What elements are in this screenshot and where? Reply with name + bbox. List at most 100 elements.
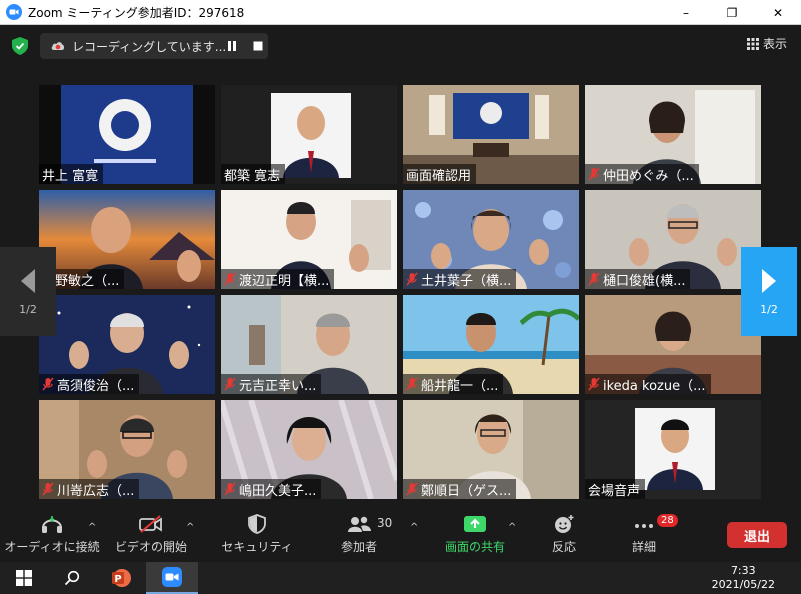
participant-tile[interactable]: 狩野敏之（... <box>39 190 215 289</box>
participant-tile[interactable]: 川嵜広志（... <box>39 400 215 499</box>
participant-name-bar: 会場音声 <box>585 479 646 499</box>
muted-mic-icon <box>42 482 54 496</box>
windows-taskbar: P 7:33 2021/05/22 <box>0 562 801 594</box>
participant-name: 川嵜広志（... <box>57 483 135 499</box>
participants-label: 参加者 <box>340 540 377 554</box>
taskbar-zoom[interactable] <box>146 562 198 594</box>
participant-name: 嶋田久美子... <box>239 483 317 499</box>
windows-logo-icon <box>16 570 32 586</box>
participant-tile[interactable]: 高須俊治（... <box>39 295 215 394</box>
previous-page-button[interactable]: 1/2 <box>0 247 56 336</box>
muted-mic-icon <box>224 377 236 391</box>
reaction-emoji-icon <box>555 515 574 533</box>
participant-name-bar: 井上 富寛 <box>39 164 104 184</box>
chevron-right-icon <box>762 269 776 293</box>
muted-mic-icon <box>406 377 418 391</box>
muted-mic-icon <box>42 377 54 391</box>
participant-count: 30 <box>377 516 393 530</box>
participants-options-caret[interactable]: ^ <box>410 522 418 533</box>
maximize-button[interactable]: ❐ <box>709 0 755 25</box>
headphones-icon <box>42 516 62 533</box>
close-button[interactable]: ✕ <box>755 0 801 25</box>
participant-name-bar: 船井龍一（... <box>403 374 504 394</box>
participant-name: ikeda kozue（... <box>603 378 706 394</box>
pause-recording-icon[interactable] <box>226 40 238 52</box>
participant-name-bar: 仲田めぐみ（... <box>585 164 699 184</box>
muted-mic-icon <box>588 272 600 286</box>
participant-name: 仲田めぐみ（... <box>603 168 694 184</box>
start-video-label: ビデオの開始 <box>114 540 187 554</box>
share-screen-button[interactable]: 画面の共有 <box>440 514 510 562</box>
more-label: 詳細 <box>631 540 656 554</box>
participant-name: 井上 富寛 <box>42 168 99 184</box>
participant-tile[interactable]: 鄭順日（ゲス... <box>403 400 579 499</box>
meeting-toolbar: オーディオに接続 ^ ビデオの開始 ^ セキュリティ 参加者 30 ^ 画面の共… <box>0 514 801 562</box>
next-page-button[interactable]: 1/2 <box>741 247 797 336</box>
page-indicator-right: 1/2 <box>760 303 778 316</box>
video-grid: 井上 富寛 都築 寛志 画面確認用 仲田めぐみ（... 狩野敏之（... 渡辺正… <box>39 85 763 500</box>
window-controls: – ❐ ✕ <box>663 0 801 25</box>
search-button[interactable] <box>48 562 96 594</box>
minimize-button[interactable]: – <box>663 0 709 25</box>
muted-mic-icon <box>406 482 418 496</box>
participant-tile[interactable]: ikeda kozue（... <box>585 295 761 394</box>
zoom-window: Zoom ミーティング参加者ID：297618 – ❐ ✕ レコーディングしてい… <box>0 0 801 594</box>
chevron-left-icon <box>21 269 35 293</box>
view-button[interactable]: 表示 <box>746 35 787 52</box>
participant-tile-active-speaker[interactable]: 会場音声 <box>585 400 761 499</box>
participant-tile[interactable]: 船井龍一（... <box>403 295 579 394</box>
participant-name: 会場音声 <box>588 483 641 499</box>
start-video-button[interactable]: ビデオの開始 <box>112 514 190 562</box>
participant-tile[interactable]: 井上 富寛 <box>39 85 215 184</box>
join-audio-button[interactable]: オーディオに接続 <box>4 514 100 562</box>
clock-date: 2021/05/22 <box>711 578 775 591</box>
participant-name-bar: 画面確認用 <box>403 164 477 184</box>
system-clock[interactable]: 7:33 2021/05/22 <box>712 564 775 592</box>
recording-cloud-icon <box>51 42 65 50</box>
search-icon <box>64 570 80 586</box>
participant-name: 土井葉子（横... <box>421 273 512 289</box>
join-audio-label: オーディオに接続 <box>4 540 100 554</box>
participant-tile[interactable]: 土井葉子（横... <box>403 190 579 289</box>
participant-name-bar: 土井葉子（横... <box>403 269 517 289</box>
participant-tile[interactable]: 仲田めぐみ（... <box>585 85 761 184</box>
audio-options-caret[interactable]: ^ <box>88 522 96 533</box>
reactions-label: 反応 <box>551 540 576 554</box>
reactions-button[interactable]: 反応 <box>540 514 588 562</box>
participant-tile[interactable]: 樋口俊雄(横... <box>585 190 761 289</box>
participant-tile[interactable]: 元吉正幸い... <box>221 295 397 394</box>
participant-tile[interactable]: 画面確認用 <box>403 85 579 184</box>
clock-time: 7:33 <box>730 564 756 577</box>
start-button[interactable] <box>0 562 48 594</box>
participant-name-bar: 渡辺正明【横... <box>221 269 335 289</box>
participant-name: 画面確認用 <box>406 168 472 184</box>
participant-tile[interactable]: 渡辺正明【横... <box>221 190 397 289</box>
security-shield-icon <box>248 514 266 534</box>
participant-name: 高須俊治（... <box>57 378 135 394</box>
participant-name-bar: 都築 寛志 <box>221 164 286 184</box>
video-options-caret[interactable]: ^ <box>186 522 194 533</box>
more-dots-icon <box>635 524 653 528</box>
participant-tile[interactable]: 都築 寛志 <box>221 85 397 184</box>
participant-tile[interactable]: 嶋田久美子... <box>221 400 397 499</box>
title-bar: Zoom ミーティング参加者ID：297618 – ❐ ✕ <box>0 0 801 25</box>
participant-name-bar: 鄭順日（ゲス... <box>403 479 517 499</box>
video-off-icon <box>139 515 162 533</box>
participant-name-bar: 嶋田久美子... <box>221 479 322 499</box>
leave-meeting-button[interactable]: 退出 <box>727 522 787 548</box>
participant-name-bar: ikeda kozue（... <box>585 374 711 394</box>
muted-mic-icon <box>224 482 236 496</box>
participant-name: 都築 寛志 <box>224 168 281 184</box>
muted-mic-icon <box>588 377 600 391</box>
muted-mic-icon <box>224 272 236 286</box>
encryption-shield-icon[interactable] <box>12 37 28 55</box>
stop-recording-icon[interactable] <box>252 40 264 52</box>
participant-name-bar: 川嵜広志（... <box>39 479 140 499</box>
taskbar-powerpoint[interactable]: P <box>96 562 146 594</box>
security-button[interactable]: セキュリティ <box>221 514 293 562</box>
share-options-caret[interactable]: ^ <box>508 522 516 533</box>
participant-name: 樋口俊雄(横... <box>603 273 686 289</box>
notification-badge: 28 <box>657 514 678 527</box>
recording-status-text: レコーディングしています... <box>72 39 227 54</box>
svg-text:P: P <box>114 574 121 585</box>
